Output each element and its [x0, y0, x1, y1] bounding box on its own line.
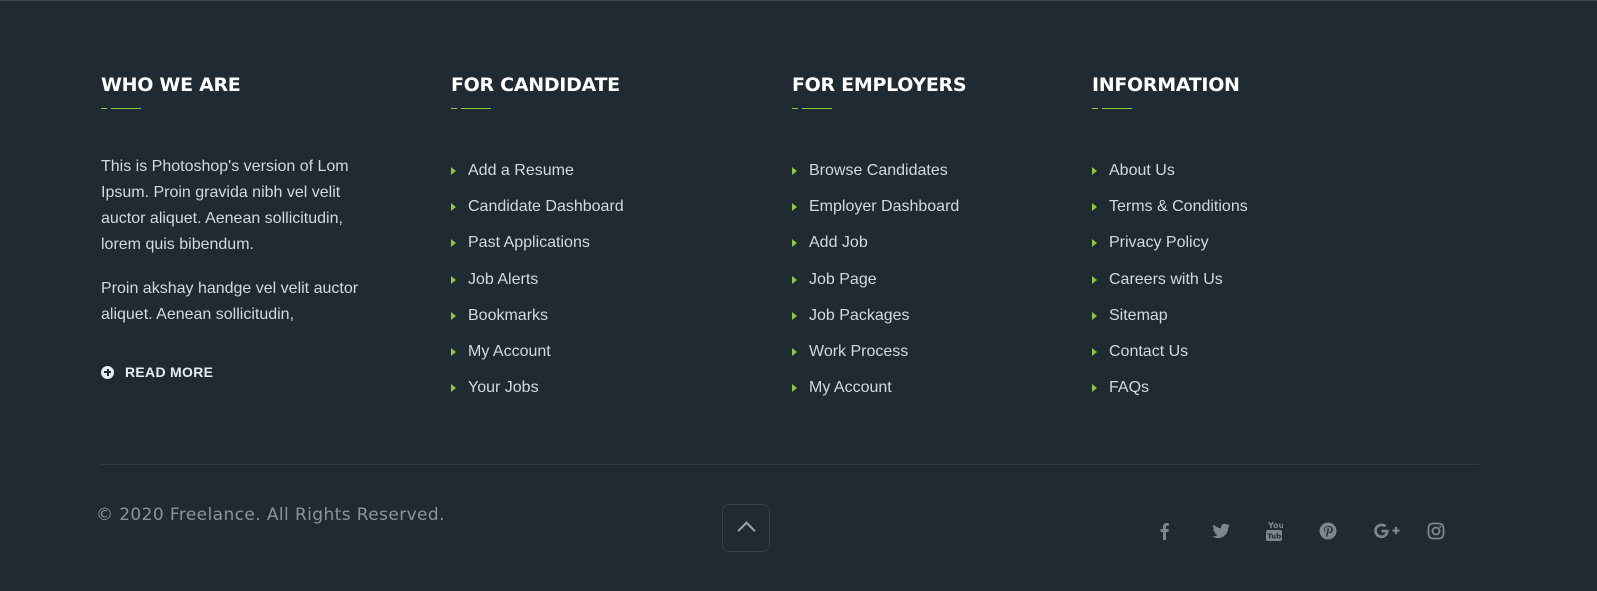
candidate-title: FOR CANDIDATE: [451, 74, 620, 96]
candidate-link-job-alerts[interactable]: Job Alerts: [451, 262, 624, 298]
info-link-privacy[interactable]: Privacy Policy: [1092, 225, 1248, 261]
instagram-icon: [1427, 522, 1445, 540]
pinterest-link[interactable]: [1319, 518, 1373, 544]
candidate-link-add-resume[interactable]: Add a Resume: [451, 153, 624, 189]
chevron-up-icon: [737, 521, 756, 540]
caret-right-icon: [792, 167, 797, 176]
top-border: [0, 0, 1597, 1]
caret-right-icon: [451, 311, 456, 320]
caret-right-icon: [1092, 275, 1097, 284]
employer-link-dashboard[interactable]: Employer Dashboard: [792, 189, 966, 225]
employers-column: FOR EMPLOYERS Browse Candidates Employer…: [792, 70, 967, 406]
information-title: INFORMATION: [1092, 74, 1240, 96]
plus-circle-icon: [101, 365, 114, 379]
caret-right-icon: [1092, 348, 1097, 357]
caret-right-icon: [451, 239, 456, 248]
candidate-link-past-applications[interactable]: Past Applications: [451, 225, 624, 261]
employer-links: Browse Candidates Employer Dashboard Add…: [792, 153, 966, 406]
caret-right-icon: [1092, 384, 1097, 393]
about-paragraph-2: Proin akshay handge vel velit auctor ali…: [101, 280, 359, 323]
site-footer: WHO WE ARE This is Photoshop's version o…: [0, 0, 1597, 591]
copyright-text: © 2020 Freelance. All Rights Reserved.: [96, 505, 445, 525]
about-text: This is Photoshop's version of Lom Ipsum…: [101, 154, 371, 328]
twitter-link[interactable]: [1211, 518, 1265, 544]
info-link-about-us[interactable]: About Us: [1092, 153, 1248, 189]
info-link-sitemap[interactable]: Sitemap: [1092, 298, 1248, 334]
google-plus-link[interactable]: [1373, 518, 1427, 544]
info-link-contact[interactable]: Contact Us: [1092, 334, 1248, 370]
candidate-link-my-account[interactable]: My Account: [451, 334, 624, 370]
scroll-to-top-button[interactable]: [722, 504, 770, 552]
read-more-label: READ MORE: [125, 364, 214, 380]
information-links: About Us Terms & Conditions Privacy Poli…: [1092, 153, 1248, 406]
employer-link-my-account[interactable]: My Account: [792, 370, 966, 406]
employer-link-work-process[interactable]: Work Process: [792, 334, 966, 370]
candidate-link-bookmarks[interactable]: Bookmarks: [451, 298, 624, 334]
info-link-careers[interactable]: Careers with Us: [1092, 262, 1248, 298]
svg-text:You: You: [1267, 521, 1283, 530]
candidate-link-your-jobs[interactable]: Your Jobs: [451, 370, 624, 406]
about-title: WHO WE ARE: [101, 74, 241, 96]
employers-title: FOR EMPLOYERS: [792, 74, 967, 96]
footer-divider: [101, 464, 1479, 465]
pinterest-icon: [1319, 522, 1337, 540]
candidate-column: FOR CANDIDATE Add a Resume Candidate Das…: [451, 70, 624, 406]
info-link-terms[interactable]: Terms & Conditions: [1092, 189, 1248, 225]
caret-right-icon: [792, 311, 797, 320]
about-column: WHO WE ARE This is Photoshop's version o…: [101, 70, 371, 380]
caret-right-icon: [792, 275, 797, 284]
caret-right-icon: [451, 384, 456, 393]
employer-link-browse-candidates[interactable]: Browse Candidates: [792, 153, 966, 189]
title-underline: [1092, 108, 1134, 110]
twitter-icon: [1212, 523, 1230, 539]
svg-text:Tube: Tube: [1267, 533, 1283, 541]
employer-link-add-job[interactable]: Add Job: [792, 225, 966, 261]
facebook-icon: [1160, 523, 1169, 540]
caret-right-icon: [792, 203, 797, 212]
caret-right-icon: [451, 348, 456, 357]
facebook-link[interactable]: [1157, 518, 1211, 544]
youtube-icon: You Tube: [1266, 521, 1283, 541]
title-underline: [792, 108, 834, 110]
caret-right-icon: [1092, 239, 1097, 248]
title-underline: [101, 108, 143, 110]
candidate-link-dashboard[interactable]: Candidate Dashboard: [451, 189, 624, 225]
caret-right-icon: [1092, 203, 1097, 212]
caret-right-icon: [451, 275, 456, 284]
employer-link-job-packages[interactable]: Job Packages: [792, 298, 966, 334]
title-underline: [451, 108, 493, 110]
information-column: INFORMATION About Us Terms & Conditions …: [1092, 70, 1248, 406]
google-plus-icon: [1374, 523, 1400, 539]
read-more-link[interactable]: READ MORE: [101, 364, 371, 380]
caret-right-icon: [792, 348, 797, 357]
employer-link-job-page[interactable]: Job Page: [792, 262, 966, 298]
caret-right-icon: [792, 239, 797, 248]
social-links: You Tube: [1157, 518, 1481, 544]
instagram-link[interactable]: [1427, 518, 1481, 544]
youtube-link[interactable]: You Tube: [1265, 518, 1319, 544]
info-link-faqs[interactable]: FAQs: [1092, 370, 1248, 406]
caret-right-icon: [451, 167, 456, 176]
caret-right-icon: [1092, 311, 1097, 320]
caret-right-icon: [451, 203, 456, 212]
about-paragraph-1: This is Photoshop's version of Lom Ipsum…: [101, 158, 349, 253]
caret-right-icon: [792, 384, 797, 393]
candidate-links: Add a Resume Candidate Dashboard Past Ap…: [451, 153, 624, 406]
caret-right-icon: [1092, 167, 1097, 176]
